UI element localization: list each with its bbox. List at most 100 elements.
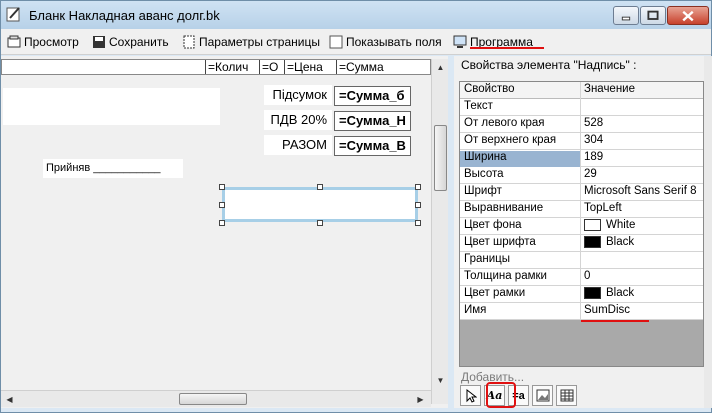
resize-handle[interactable]: [317, 184, 323, 190]
resize-handle[interactable]: [219, 184, 225, 190]
hscroll-thumb[interactable]: [179, 393, 247, 405]
table-tool-button[interactable]: [556, 385, 577, 406]
panel-scrollbar[interactable]: [704, 56, 712, 408]
prop-row-font[interactable]: Шрифт Microsoft Sans Serif 8: [460, 184, 703, 201]
prop-value[interactable]: TopLeft: [584, 202, 622, 214]
prop-value[interactable]: 304: [584, 134, 603, 146]
prop-name: От левого края: [464, 117, 545, 129]
subtotal-field[interactable]: =Сумма_б: [334, 86, 411, 106]
prop-row-height[interactable]: Высота 29: [460, 167, 703, 184]
page-params-button[interactable]: Параметры страницы: [182, 33, 320, 51]
prop-row-fontcolor[interactable]: Цвет шрифта Black: [460, 235, 703, 252]
maximize-icon: [647, 10, 659, 20]
ruler-col: =Сумма: [336, 60, 411, 74]
annotation-underline: [581, 320, 649, 322]
column-header-band: =Колич =О =Цена =Сумма: [1, 59, 431, 75]
save-button[interactable]: Сохранить: [92, 33, 169, 51]
ruler-col: =Цена: [284, 60, 336, 74]
image-tool-button[interactable]: [532, 385, 553, 406]
show-fields-button[interactable]: Показывать поля: [329, 33, 442, 51]
prop-value[interactable]: Black: [584, 287, 634, 299]
element-tools: Aa =a: [460, 385, 577, 407]
accepted-label[interactable]: Прийняв ___________: [43, 159, 183, 178]
scroll-left-icon[interactable]: ◀: [4, 394, 15, 405]
column-divider: [580, 133, 581, 150]
prop-row-bordercolor[interactable]: Цвет рамки Black: [460, 286, 703, 303]
prop-value[interactable]: Black: [584, 236, 634, 248]
show-fields-label: Показывать поля: [346, 35, 442, 49]
prop-value[interactable]: SumDisc: [584, 304, 630, 316]
empty-label[interactable]: [3, 88, 220, 125]
preview-label: Просмотр: [24, 35, 79, 49]
column-divider: [580, 150, 581, 167]
prop-name: Границы: [464, 253, 510, 265]
resize-handle[interactable]: [415, 184, 421, 190]
page-params-label: Параметры страницы: [199, 35, 320, 49]
prop-value[interactable]: White: [584, 219, 635, 231]
vertical-scrollbar[interactable]: ▲ ▼: [431, 59, 448, 404]
column-divider: [580, 167, 581, 184]
prop-row-name[interactable]: Имя SumDisc: [460, 303, 703, 320]
prop-row-align[interactable]: Выравнивание TopLeft: [460, 201, 703, 218]
prop-name: Цвет рамки: [464, 287, 526, 299]
prop-row-borders[interactable]: Границы: [460, 252, 703, 269]
prop-row-top[interactable]: От верхнего края 304: [460, 133, 703, 150]
monitor-icon: [453, 35, 467, 48]
vat-field[interactable]: =Сумма_Н: [334, 111, 411, 131]
color-name: White: [606, 219, 636, 231]
resize-handle[interactable]: [219, 220, 225, 226]
total-label[interactable]: РАЗОМ: [264, 135, 332, 155]
scroll-right-icon[interactable]: ▶: [415, 394, 426, 405]
resize-handle[interactable]: [219, 202, 225, 208]
selected-label[interactable]: [222, 187, 418, 222]
resize-handle[interactable]: [317, 220, 323, 226]
annotation-underline: [470, 47, 544, 49]
preview-icon: [7, 35, 21, 48]
prop-name: Ширина: [460, 151, 580, 167]
black-swatch-icon: [584, 287, 601, 299]
prop-name: От верхнего края: [464, 134, 557, 146]
minimize-button[interactable]: [613, 6, 639, 25]
image-icon: [536, 389, 549, 402]
prop-name: Имя: [464, 304, 487, 316]
scroll-up-icon[interactable]: ▲: [435, 62, 446, 73]
subtotal-label[interactable]: Підсумок: [264, 85, 332, 105]
color-name: Black: [606, 287, 635, 299]
column-divider: [580, 235, 581, 252]
horizontal-scrollbar[interactable]: ◀ ▶: [1, 390, 431, 407]
maximize-button[interactable]: [640, 6, 666, 25]
prop-value[interactable]: 189: [584, 151, 603, 163]
close-button[interactable]: [667, 6, 709, 25]
page-icon: [183, 35, 195, 49]
prop-value[interactable]: 528: [584, 117, 603, 129]
designer-canvas[interactable]: =Колич =О =Цена =Сумма Підсумок =Сумма_б…: [1, 56, 448, 408]
resize-handle[interactable]: [415, 220, 421, 226]
preview-button[interactable]: Просмотр: [7, 33, 79, 51]
property-grid: Свойство Значение Текст От левого края 52…: [459, 81, 704, 367]
column-divider: [580, 99, 581, 116]
prop-name: Шрифт: [464, 185, 502, 197]
prop-row-width[interactable]: Ширина 189: [460, 150, 703, 167]
prop-name: Цвет фона: [464, 219, 522, 231]
prop-name: Текст: [464, 100, 493, 112]
prop-row-left[interactable]: От левого края 528: [460, 116, 703, 133]
scroll-down-icon[interactable]: ▼: [435, 375, 446, 386]
resize-handle[interactable]: [415, 202, 421, 208]
column-divider: [580, 303, 581, 320]
prop-value[interactable]: Microsoft Sans Serif 8: [584, 185, 696, 197]
scroll-thumb[interactable]: [434, 125, 447, 191]
save-label: Сохранить: [109, 35, 169, 49]
ruler-col: =Колич: [205, 60, 259, 74]
column-divider: [580, 252, 581, 269]
prop-row-bg[interactable]: Цвет фона White: [460, 218, 703, 235]
vat-label[interactable]: ПДВ 20%: [264, 110, 332, 130]
total-field[interactable]: =Сумма_В: [334, 136, 411, 156]
close-icon: [682, 10, 694, 22]
prop-row-text[interactable]: Текст: [460, 99, 703, 116]
properties-title: Свойства элемента "Надпись" :: [461, 58, 637, 72]
save-icon: [93, 36, 105, 48]
prop-value[interactable]: 0: [584, 270, 590, 282]
prop-value[interactable]: 29: [584, 168, 597, 180]
pointer-tool-button[interactable]: [460, 385, 481, 406]
prop-row-thickness[interactable]: Толщина рамки 0: [460, 269, 703, 286]
